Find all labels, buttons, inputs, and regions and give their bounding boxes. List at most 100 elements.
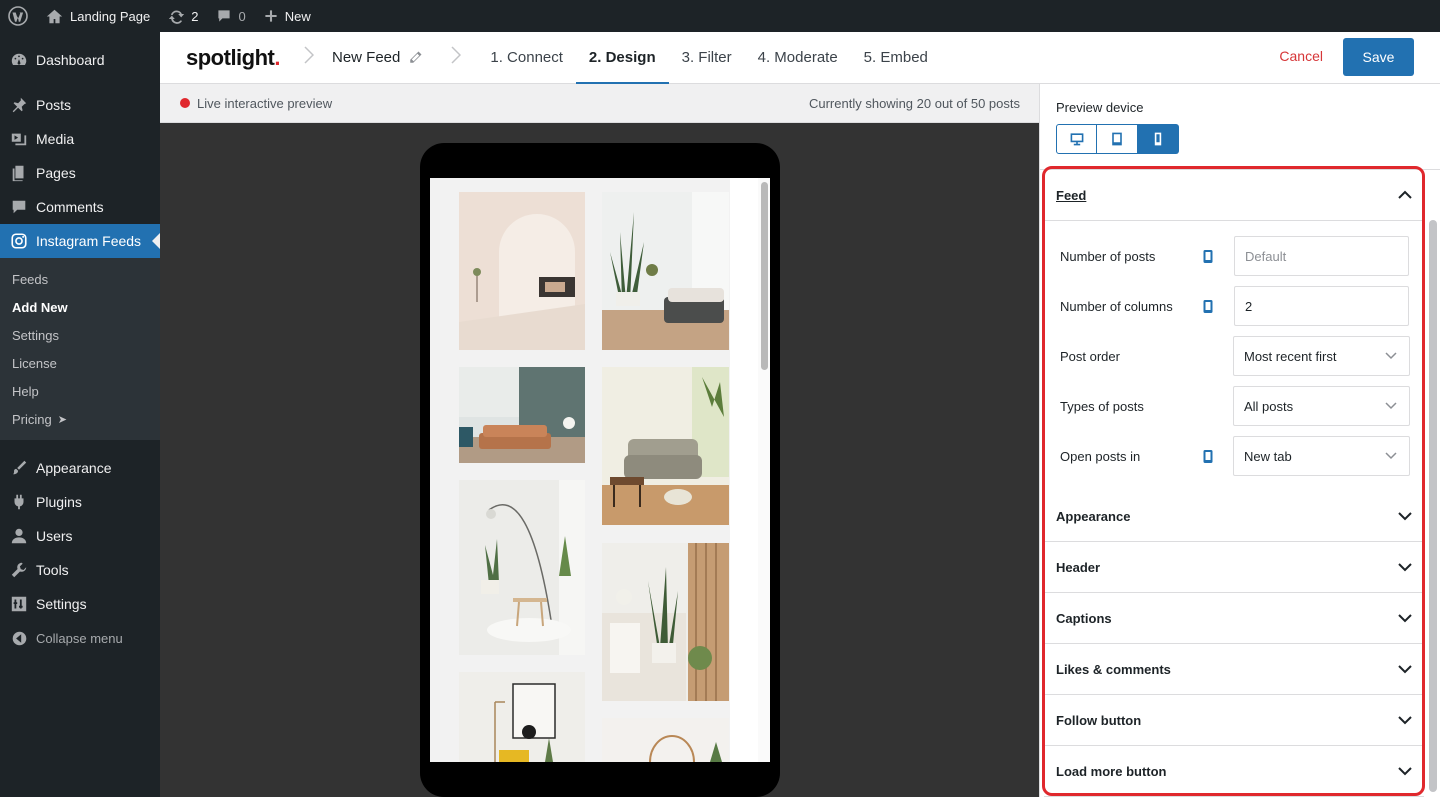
menu-posts[interactable]: Posts bbox=[0, 88, 160, 122]
menu-plugins[interactable]: Plugins bbox=[0, 485, 160, 519]
pricing-label: Pricing bbox=[12, 411, 52, 427]
live-dot-icon bbox=[180, 98, 190, 108]
wizard-step[interactable]: 3. Filter bbox=[669, 32, 745, 84]
menu-label: Pages bbox=[36, 165, 76, 181]
post-order-select[interactable]: Most recent first bbox=[1233, 336, 1410, 376]
section-load-more-button-header[interactable]: Load more button bbox=[1044, 746, 1424, 797]
submenu-settings[interactable]: Settings bbox=[0, 321, 160, 349]
menu-label: Plugins bbox=[36, 494, 82, 510]
field-post-order: Post order Most recent first bbox=[1060, 336, 1410, 376]
pencil-icon[interactable] bbox=[408, 50, 423, 65]
number-of-posts-input[interactable]: Default bbox=[1234, 236, 1409, 276]
comments-link[interactable]: 0 bbox=[207, 0, 254, 32]
select-value: New tab bbox=[1244, 448, 1292, 464]
open-posts-in-select[interactable]: New tab bbox=[1233, 436, 1410, 476]
submenu-license[interactable]: License bbox=[0, 349, 160, 377]
wordpress-logo[interactable] bbox=[0, 0, 37, 32]
section-header-header[interactable]: Header bbox=[1044, 542, 1424, 593]
section-title: Header bbox=[1056, 559, 1101, 575]
select-value: All posts bbox=[1244, 398, 1294, 414]
chevron-down-icon bbox=[1385, 402, 1397, 410]
section-title: Appearance bbox=[1056, 508, 1131, 524]
save-button[interactable]: Save bbox=[1343, 38, 1414, 76]
chevron-down-icon bbox=[1385, 452, 1397, 460]
submenu-feeds[interactable]: Feeds bbox=[0, 265, 160, 293]
desktop-icon bbox=[1070, 133, 1083, 146]
wordpress-icon bbox=[8, 6, 28, 26]
plugin-icon bbox=[14, 494, 24, 510]
phone-icon bbox=[1203, 300, 1213, 313]
phone-screen[interactable] bbox=[430, 178, 770, 762]
feed-post-image[interactable] bbox=[602, 543, 729, 701]
select-value: Most recent first bbox=[1244, 348, 1337, 364]
menu-dashboard[interactable]: Dashboard bbox=[0, 43, 160, 77]
menu-instagram-feeds[interactable]: Instagram Feeds bbox=[0, 224, 160, 258]
updates-icon bbox=[169, 10, 185, 24]
number-of-columns-input[interactable]: 2 bbox=[1234, 286, 1409, 326]
menu-label: Comments bbox=[36, 199, 104, 215]
menu-settings[interactable]: Settings bbox=[0, 587, 160, 621]
feed-post-image[interactable] bbox=[602, 718, 729, 762]
updates-link[interactable]: 2 bbox=[159, 0, 207, 32]
preview-stage bbox=[160, 123, 1039, 797]
scrollbar-track[interactable] bbox=[758, 178, 770, 762]
menu-users[interactable]: Users bbox=[0, 519, 160, 553]
field-label: Number of columns bbox=[1060, 298, 1173, 314]
field-label: Types of posts bbox=[1060, 398, 1144, 414]
collapse-menu-button[interactable]: Collapse menu bbox=[0, 621, 160, 655]
menu-appearance[interactable]: Appearance bbox=[0, 451, 160, 485]
phone-device-button[interactable] bbox=[1138, 124, 1179, 154]
feed-name-editor[interactable]: New Feed bbox=[332, 49, 423, 66]
submenu-pricing[interactable]: Pricing ➤ bbox=[0, 405, 160, 433]
wizard-step[interactable]: 1. Connect bbox=[477, 32, 576, 84]
home-icon bbox=[46, 9, 63, 23]
media-icon bbox=[11, 133, 27, 146]
menu-label: Posts bbox=[36, 97, 72, 113]
feed-post-image[interactable] bbox=[459, 367, 585, 463]
types-of-posts-select[interactable]: All posts bbox=[1233, 386, 1410, 426]
panel-scrollbar[interactable] bbox=[1429, 220, 1437, 792]
wizard-step[interactable]: 2. Design bbox=[575, 32, 669, 84]
field-label: Open posts in bbox=[1060, 448, 1141, 464]
wizard-steps: 1. Connect 2. Design 3. Filter 4. Moderate 5… bbox=[477, 32, 941, 84]
menu-comments[interactable]: Comments bbox=[0, 190, 160, 224]
section-title: Load more button bbox=[1056, 763, 1167, 779]
phone-icon bbox=[1203, 450, 1213, 463]
cancel-button[interactable]: Cancel bbox=[1279, 48, 1323, 64]
chevron-up-icon bbox=[1398, 190, 1412, 199]
submenu-add-new[interactable]: Add New bbox=[0, 293, 160, 321]
feed-post-image[interactable] bbox=[459, 192, 585, 350]
scrollbar-thumb[interactable] bbox=[761, 182, 768, 370]
wizard-step[interactable]: 5. Embed bbox=[851, 32, 941, 84]
section-follow-button-header[interactable]: Follow button bbox=[1044, 695, 1424, 746]
instagram-icon bbox=[11, 233, 27, 249]
feed-post-image[interactable] bbox=[459, 672, 585, 762]
menu-media[interactable]: Media bbox=[0, 122, 160, 156]
menu-tools[interactable]: Tools bbox=[0, 553, 160, 587]
wizard-step[interactable]: 4. Moderate bbox=[745, 32, 851, 84]
feed-post-image[interactable] bbox=[602, 367, 729, 525]
section-title: Follow button bbox=[1056, 712, 1142, 728]
feed-post-image[interactable] bbox=[602, 192, 729, 350]
settings-scroll-area[interactable]: Feed Number of posts Default Number of c… bbox=[1040, 169, 1440, 797]
section-feed-header[interactable]: Feed bbox=[1044, 170, 1424, 221]
menu-label: Tools bbox=[36, 562, 69, 578]
chevron-down-icon bbox=[1398, 716, 1412, 725]
menu-pages[interactable]: Pages bbox=[0, 156, 160, 190]
section-appearance-header[interactable]: Appearance bbox=[1044, 491, 1424, 542]
submenu-help[interactable]: Help bbox=[0, 377, 160, 405]
menu-label: Users bbox=[36, 528, 73, 544]
logo-text: spotlight bbox=[186, 44, 275, 70]
section-likes-comments-header[interactable]: Likes & comments bbox=[1044, 644, 1424, 695]
chevron-down-icon bbox=[1398, 563, 1412, 572]
section-captions-header[interactable]: Captions bbox=[1044, 593, 1424, 644]
site-name-link[interactable]: Landing Page bbox=[37, 0, 159, 32]
phone-icon bbox=[1203, 250, 1213, 263]
pin-icon bbox=[12, 97, 27, 113]
feed-post-image[interactable] bbox=[459, 480, 585, 655]
wrench-icon bbox=[11, 562, 27, 578]
plus-icon bbox=[265, 10, 277, 22]
new-content-link[interactable]: New bbox=[255, 0, 320, 32]
desktop-device-button[interactable] bbox=[1056, 124, 1097, 154]
tablet-device-button[interactable] bbox=[1097, 124, 1138, 154]
